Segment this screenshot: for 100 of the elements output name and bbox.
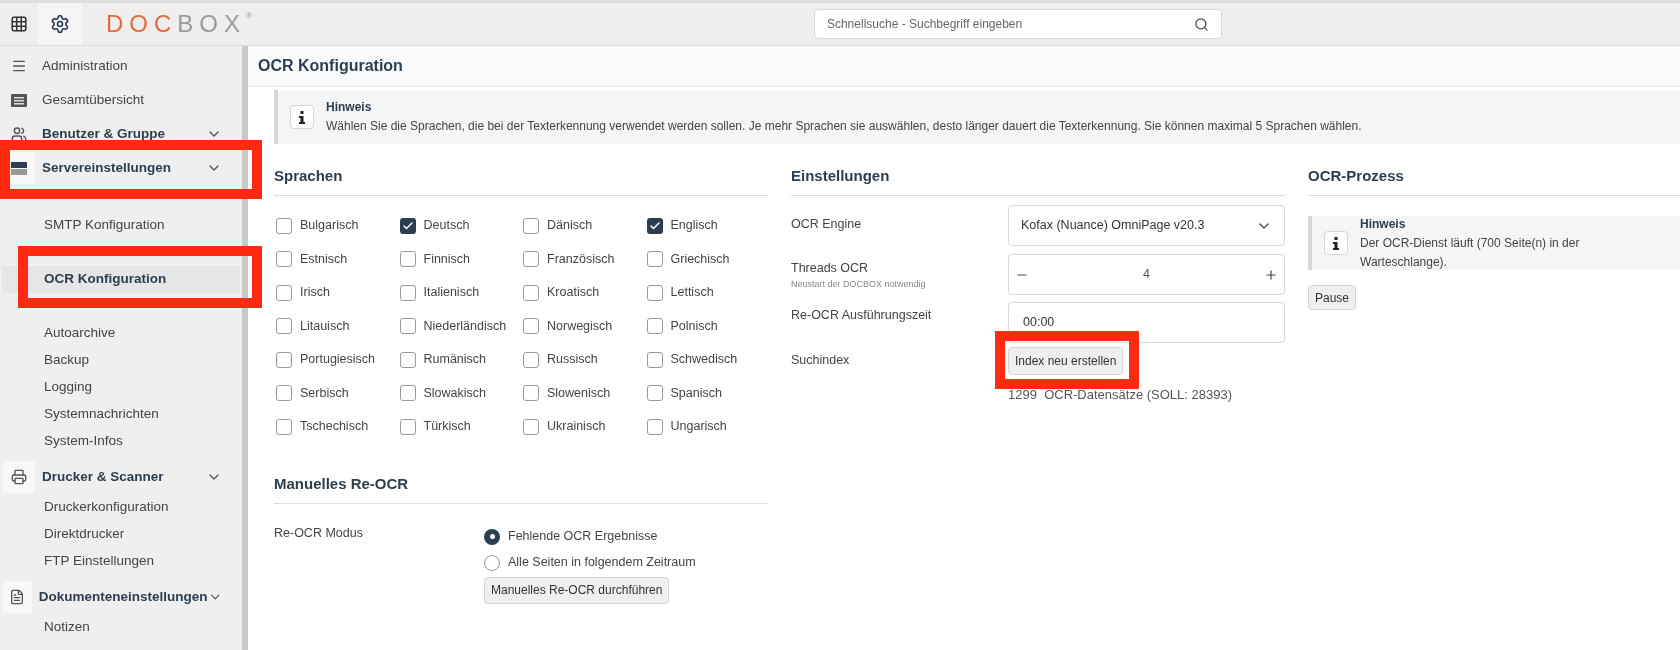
page-title: OCR Konfiguration xyxy=(258,56,403,76)
checkbox[interactable] xyxy=(523,351,539,368)
sidebar-subitem[interactable]: Backup xyxy=(2,347,240,374)
checkbox[interactable] xyxy=(276,351,292,368)
sidebar-item[interactable]: Benutzer & Gruppe xyxy=(0,117,242,151)
apps-grid-icon[interactable] xyxy=(10,15,28,33)
checkbox[interactable] xyxy=(646,418,663,435)
sidebar-subitem[interactable]: SMTP Konfiguration xyxy=(2,212,240,239)
checkbox[interactable] xyxy=(646,217,663,234)
manual-reocr-button[interactable]: Manuelles Re-OCR durchführen xyxy=(484,576,670,604)
checkbox[interactable] xyxy=(276,217,292,234)
checkbox-label: Türkisch xyxy=(423,418,471,436)
notice-title: Hinweis xyxy=(1360,215,1407,233)
checkbox-label: Polnisch xyxy=(670,317,718,335)
checkbox[interactable] xyxy=(276,318,292,335)
checkbox-label: Deutsch xyxy=(423,217,470,235)
section-heading: Einstellungen xyxy=(791,166,890,187)
increment-icon[interactable] xyxy=(1264,267,1278,282)
gear-icon[interactable] xyxy=(50,14,70,34)
checkbox-label: Ukrainisch xyxy=(547,418,606,436)
radio-button[interactable] xyxy=(484,554,500,571)
checkbox-label: Rumänisch xyxy=(423,351,487,369)
users-icon xyxy=(11,126,27,142)
checkbox-label: Slowenisch xyxy=(547,384,611,402)
settings-button[interactable] xyxy=(38,3,82,45)
sidebar-subitem[interactable]: Druckerkonfiguration xyxy=(2,494,240,521)
section-heading: Sprachen xyxy=(274,166,343,187)
checkbox[interactable] xyxy=(523,318,539,335)
checkbox[interactable] xyxy=(646,284,663,301)
field-label: Threads OCR xyxy=(791,260,870,277)
checkbox[interactable] xyxy=(646,385,663,402)
menu-icon xyxy=(11,58,27,74)
checkbox[interactable] xyxy=(276,284,292,301)
checkbox-label: Niederländisch xyxy=(423,317,507,335)
sidebar-subitem[interactable]: Autoarchive xyxy=(2,320,240,347)
checkbox[interactable] xyxy=(523,251,539,268)
checkbox[interactable] xyxy=(646,251,663,268)
checkbox[interactable] xyxy=(399,418,416,435)
section-heading: OCR-Prozess xyxy=(1308,166,1404,187)
checkbox[interactable] xyxy=(523,284,539,301)
checkbox-label: Finnisch xyxy=(423,250,471,268)
pause-button[interactable]: Pause xyxy=(1308,285,1357,310)
sidebar-subitem[interactable]: FTP Einstellungen xyxy=(2,548,240,575)
checkbox-label: Lettisch xyxy=(670,284,714,302)
docbox-logo: DOC BOX® xyxy=(106,12,252,36)
checkbox[interactable] xyxy=(276,418,292,435)
checkbox[interactable] xyxy=(523,418,539,435)
check-icon xyxy=(401,219,414,232)
field-label: OCR Engine xyxy=(791,216,863,233)
checkbox[interactable] xyxy=(523,385,539,402)
checkbox-label: Tschechisch xyxy=(300,418,369,436)
field-hint: Neustart der DOCBOX notwendig xyxy=(791,277,927,291)
checkbox[interactable] xyxy=(399,284,416,301)
checkbox-label: Norwegisch xyxy=(547,317,613,335)
radio-button[interactable] xyxy=(484,528,500,545)
checkbox[interactable] xyxy=(276,251,292,268)
sidebar-item[interactable]: Servereinstellungen xyxy=(0,151,242,185)
sidebar-subitem[interactable]: Logging xyxy=(2,374,240,401)
checkbox-label: Irisch xyxy=(300,284,330,302)
section-heading: Manuelles Re-OCR xyxy=(274,473,409,494)
checkbox[interactable] xyxy=(646,351,663,368)
checkbox[interactable] xyxy=(399,251,416,268)
checkbox-label: Dänisch xyxy=(547,217,593,235)
notice-text: Wählen Sie die Sprachen, die bei der Texterkennung verwendet werden sollen. Je mehr Sprachen sie auswählen, desto länger dauert die Texterkennung. Sie können maximal 5 Sprachen wählen. xyxy=(326,118,1362,135)
checkbox[interactable] xyxy=(646,318,663,335)
engine-select[interactable]: Kofax (Nuance) OmniPage v20.3 xyxy=(1008,205,1285,246)
check-icon xyxy=(648,219,661,232)
sidebar-item[interactable]: Dokumenteneinstellungen xyxy=(0,580,242,614)
checkbox[interactable] xyxy=(399,385,416,402)
index-status: 1299 OCR-Datensätze (SOLL: 28393) xyxy=(1008,386,1232,404)
checkbox[interactable] xyxy=(276,385,292,402)
checkbox[interactable] xyxy=(399,351,416,368)
checkbox-label: Schwedisch xyxy=(670,351,738,369)
checkbox-label: Serbisch xyxy=(300,384,349,402)
sidebar-subitem[interactable]: OCR Konfiguration xyxy=(2,266,240,293)
list-icon xyxy=(11,93,27,107)
checkbox-label: Kroatisch xyxy=(547,284,600,302)
checkbox[interactable] xyxy=(399,318,416,335)
sidebar-subitem[interactable]: Notizen xyxy=(2,614,240,641)
sidebar-subitem[interactable]: Systemnachrichten xyxy=(2,401,240,428)
checkbox-label: Portugiesisch xyxy=(300,351,376,369)
checkbox-label: Spanisch xyxy=(670,384,722,402)
checkbox-label: Ungarisch xyxy=(670,418,727,436)
rebuild-index-button[interactable]: Index neu erstellen xyxy=(1008,347,1124,375)
checkbox-label: Englisch xyxy=(670,217,718,235)
sidebar-subitem[interactable]: System-Infos xyxy=(2,428,240,455)
info-icon xyxy=(1324,231,1348,255)
checkbox-label: Estnisch xyxy=(300,250,348,268)
checkbox-label: Italienisch xyxy=(423,284,480,302)
info-icon xyxy=(290,105,314,129)
checkbox-label: Slowakisch xyxy=(423,384,487,402)
checkbox[interactable] xyxy=(399,217,416,234)
search-icon[interactable] xyxy=(1193,16,1209,32)
checkbox-label: Griechisch xyxy=(670,250,730,268)
sidebar-item[interactable]: Drucker & Scanner xyxy=(0,460,242,494)
sidebar-subitem[interactable]: Direktdrucker xyxy=(2,521,240,548)
sidebar-item[interactable]: Administration xyxy=(0,49,242,83)
sidebar-item[interactable]: Gesamtübersicht xyxy=(0,83,242,117)
checkbox[interactable] xyxy=(523,217,539,234)
time-field[interactable]: 00:00 xyxy=(1008,302,1285,343)
